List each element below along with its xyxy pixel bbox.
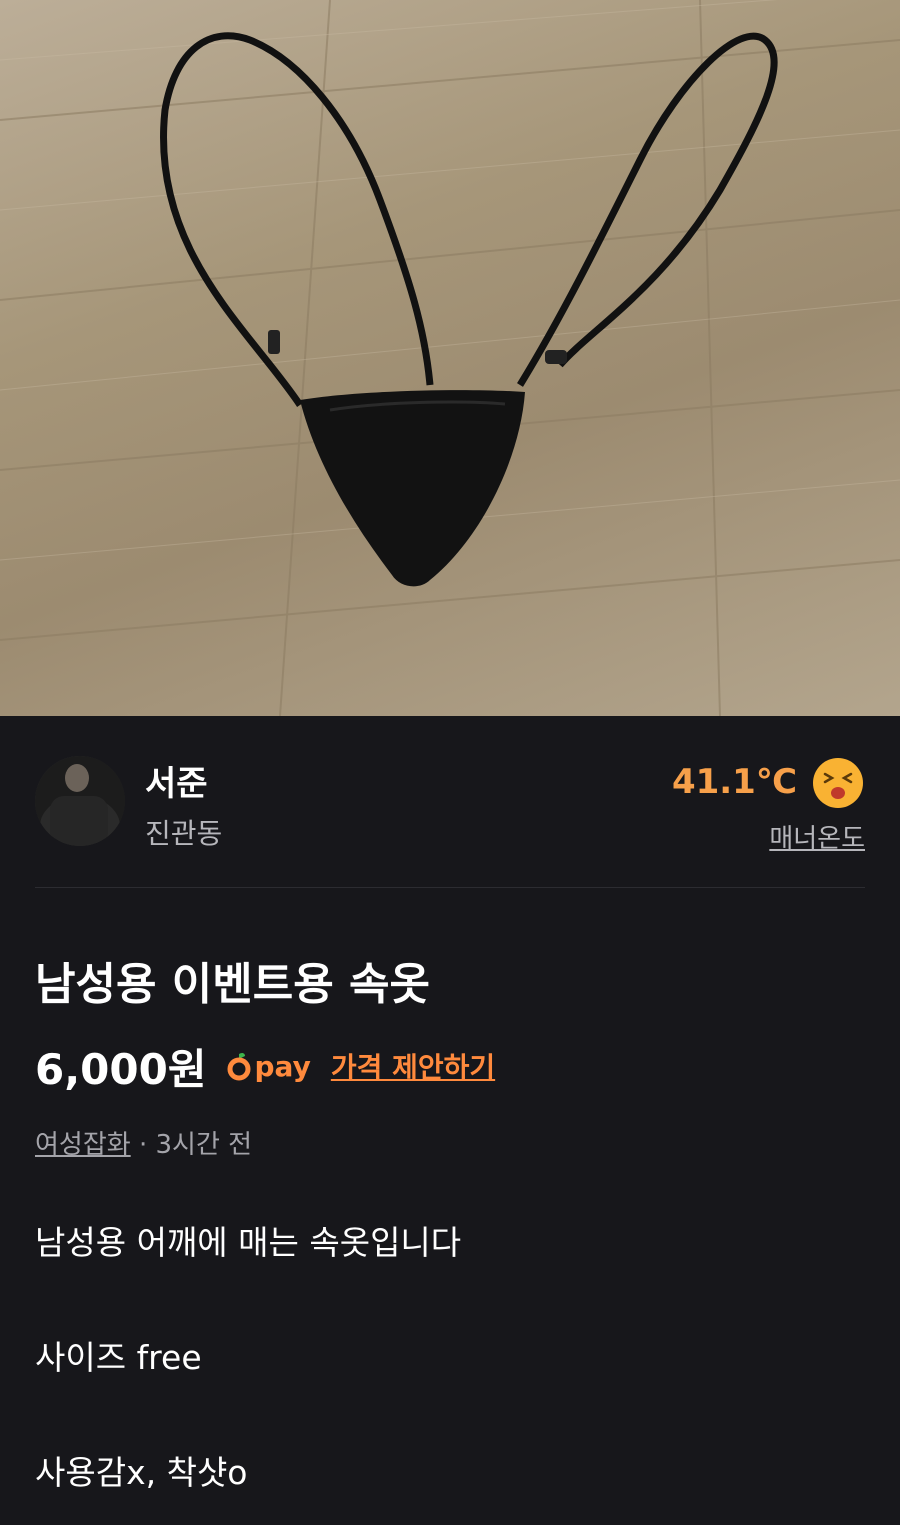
- listing-price: 6,000원: [35, 1044, 207, 1094]
- product-photo[interactable]: [0, 0, 900, 716]
- product-image: [0, 0, 900, 716]
- manner-temperature-label[interactable]: 매너온도: [769, 818, 865, 855]
- listing-meta: 여성잡화 · 3시간 전: [35, 1124, 252, 1161]
- category-link[interactable]: 여성잡화: [35, 1130, 131, 1160]
- pay-label: pay: [254, 1049, 311, 1083]
- meta-separator: ·: [130, 1130, 156, 1160]
- laughing-face-icon: [811, 756, 865, 810]
- description-line: 사용감x, 착샷o: [35, 1453, 248, 1492]
- pay-badge: pay: [227, 1050, 311, 1083]
- posted-time: 3시간 전: [155, 1130, 253, 1160]
- seller-location: 진관동: [145, 817, 223, 850]
- avatar[interactable]: [35, 756, 125, 846]
- carrot-pay-icon: [227, 1052, 250, 1081]
- manner-temperature: 41.1℃: [671, 762, 797, 802]
- description-line: 남성용 어깨에 매는 속옷입니다: [35, 1223, 462, 1262]
- price-row: 6,000원 pay 가격 제안하기: [35, 1040, 495, 1094]
- seller-profile[interactable]: 서준 진관동 41.1℃ 매너온도: [35, 740, 865, 888]
- listing-title: 남성용 이벤트용 속옷: [35, 959, 430, 1010]
- avatar-image: [35, 756, 125, 846]
- price-offer-link[interactable]: 가격 제안하기: [331, 1046, 495, 1086]
- seller-name: 서준: [145, 764, 208, 804]
- description-line: 사이즈 free: [35, 1338, 202, 1377]
